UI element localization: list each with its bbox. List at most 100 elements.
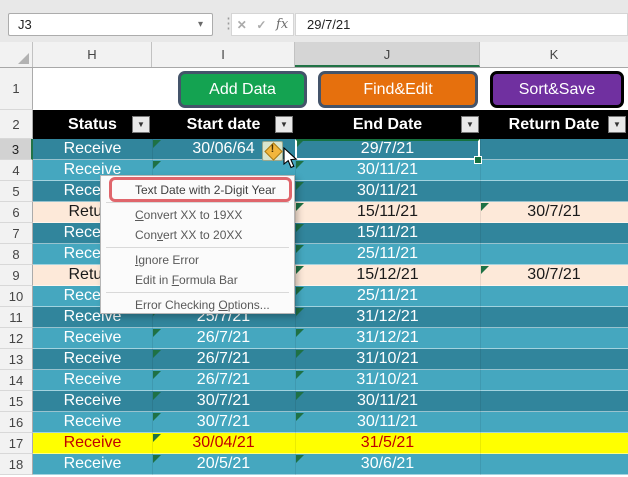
- cell-K13[interactable]: [480, 349, 628, 369]
- row-header-16[interactable]: 16: [0, 412, 33, 433]
- cell-H15[interactable]: Receive: [33, 391, 152, 411]
- sort-save-button[interactable]: Sort&Save: [490, 71, 624, 108]
- menu-item-convert-xx-to-19xx[interactable]: Convert XX to 19XX: [101, 205, 294, 225]
- cell-J17[interactable]: 31/5/21: [295, 433, 480, 453]
- name-box[interactable]: J3 ▾: [8, 13, 213, 36]
- column-header-j-selected[interactable]: J: [295, 42, 480, 67]
- cancel-icon[interactable]: ✕: [237, 18, 247, 32]
- cell-K17[interactable]: [480, 433, 628, 453]
- row-header-17[interactable]: 17: [0, 433, 33, 454]
- row-header-14[interactable]: 14: [0, 370, 33, 391]
- cell-H12[interactable]: Receive: [33, 328, 152, 348]
- menu-item-convert-xx-to-20xx[interactable]: Convert XX to 20XX: [101, 225, 294, 245]
- error-indicator-icon: [153, 434, 161, 442]
- cell-H13[interactable]: Receive: [33, 349, 152, 369]
- header-end-date[interactable]: End Date: [295, 110, 480, 139]
- cell-I18[interactable]: 20/5/21: [152, 454, 295, 474]
- cell-K11[interactable]: [480, 307, 628, 327]
- menu-separator: [106, 292, 289, 293]
- fill-handle[interactable]: [474, 156, 482, 164]
- cell-I13[interactable]: 26/7/21: [152, 349, 295, 369]
- cell-I14[interactable]: 26/7/21: [152, 370, 295, 390]
- cell-H16[interactable]: Receive: [33, 412, 152, 432]
- menu-item-edit-in-formula-bar[interactable]: Edit in Formula Bar: [101, 270, 294, 290]
- warning-exclamation-icon: !: [263, 143, 282, 155]
- row-header-6[interactable]: 6: [0, 202, 33, 223]
- row-header-13[interactable]: 13: [0, 349, 33, 370]
- formula-input[interactable]: 29/7/21: [295, 13, 628, 36]
- row-header-5[interactable]: 5: [0, 181, 33, 202]
- cell-J10[interactable]: 25/11/21: [295, 286, 480, 306]
- cell-H18[interactable]: Receive: [33, 454, 152, 474]
- row-header-15[interactable]: 15: [0, 391, 33, 412]
- cell-J6[interactable]: 15/11/21: [295, 202, 480, 222]
- add-data-button[interactable]: Add Data: [178, 71, 307, 108]
- cell-K7[interactable]: [480, 223, 628, 243]
- cell-J12[interactable]: 31/12/21: [295, 328, 480, 348]
- cell-I17[interactable]: 30/04/21: [152, 433, 295, 453]
- cell-K3[interactable]: [480, 139, 628, 159]
- cell-K15[interactable]: [480, 391, 628, 411]
- row-header-18[interactable]: 18: [0, 454, 33, 475]
- row-header-2[interactable]: 2: [0, 110, 33, 139]
- cell-J8[interactable]: 25/11/21: [295, 244, 480, 264]
- column-header-h[interactable]: H: [33, 42, 152, 67]
- cell-H14[interactable]: Receive: [33, 370, 152, 390]
- filter-dropdown-return-date[interactable]: ▼: [608, 116, 626, 133]
- row-header-3[interactable]: 3: [0, 139, 33, 160]
- cell-J5[interactable]: 30/11/21: [295, 181, 480, 201]
- filter-dropdown-end-date[interactable]: ▼: [461, 116, 479, 133]
- cell-J7[interactable]: 15/11/21: [295, 223, 480, 243]
- row-header-4[interactable]: 4: [0, 160, 33, 181]
- cell-K8[interactable]: [480, 244, 628, 264]
- row-header-9[interactable]: 9: [0, 265, 33, 286]
- header-start-date[interactable]: Start date: [152, 110, 295, 139]
- menu-separator: [106, 202, 289, 203]
- select-all-button[interactable]: [0, 42, 33, 67]
- error-indicator-icon: [296, 308, 304, 316]
- cell-K6[interactable]: 30/7/21: [480, 202, 628, 222]
- cell-K12[interactable]: [480, 328, 628, 348]
- cell-H17[interactable]: Receive: [33, 433, 152, 453]
- menu-item-ignore-error[interactable]: Ignore Error: [101, 250, 294, 270]
- cell-J4[interactable]: 30/11/21: [295, 160, 480, 180]
- cell-K9[interactable]: 30/7/21: [480, 265, 628, 285]
- row-header-8[interactable]: 8: [0, 244, 33, 265]
- row-header-11[interactable]: 11: [0, 307, 33, 328]
- insert-function-icon[interactable]: fx: [276, 17, 288, 32]
- filter-dropdown-start-date[interactable]: ▼: [275, 116, 293, 133]
- error-checking-button[interactable]: !: [262, 141, 283, 161]
- row-header-12[interactable]: 12: [0, 328, 33, 349]
- cell-H3[interactable]: Receive: [33, 139, 152, 159]
- cell-I12[interactable]: 26/7/21: [152, 328, 295, 348]
- menu-item-error-checking-options[interactable]: Error Checking Options...: [101, 295, 294, 315]
- cell-K14[interactable]: [480, 370, 628, 390]
- cell-I15[interactable]: 30/7/21: [152, 391, 295, 411]
- cell-J13[interactable]: 31/10/21: [295, 349, 480, 369]
- cell-J16[interactable]: 30/11/21: [295, 412, 480, 432]
- row-header-1[interactable]: 1: [0, 68, 33, 110]
- row-header-7[interactable]: 7: [0, 223, 33, 244]
- header-return-date[interactable]: Return Date: [480, 110, 628, 139]
- cell-K5[interactable]: [480, 181, 628, 201]
- column-header-i[interactable]: I: [152, 42, 295, 67]
- name-box-dropdown-icon[interactable]: ▾: [198, 19, 203, 30]
- cell-J18[interactable]: 30/6/21: [295, 454, 480, 474]
- error-indicator-icon: [296, 329, 304, 337]
- cell-K4[interactable]: [480, 160, 628, 180]
- enter-icon[interactable]: ✓: [256, 18, 266, 32]
- cell-J9[interactable]: 15/12/21: [295, 265, 480, 285]
- table-row-16: Receive30/7/2130/11/21: [33, 412, 628, 433]
- cell-J11[interactable]: 31/12/21: [295, 307, 480, 327]
- row-header-10[interactable]: 10: [0, 286, 33, 307]
- filter-dropdown-status[interactable]: ▼: [132, 116, 150, 133]
- cell-K10[interactable]: [480, 286, 628, 306]
- cell-I16[interactable]: 30/7/21: [152, 412, 295, 432]
- cell-K16[interactable]: [480, 412, 628, 432]
- cell-J3[interactable]: 29/7/21: [295, 139, 480, 159]
- find-edit-button[interactable]: Find&Edit: [318, 71, 478, 108]
- cell-K18[interactable]: [480, 454, 628, 474]
- cell-J14[interactable]: 31/10/21: [295, 370, 480, 390]
- cell-J15[interactable]: 30/11/21: [295, 391, 480, 411]
- column-header-k[interactable]: K: [480, 42, 628, 67]
